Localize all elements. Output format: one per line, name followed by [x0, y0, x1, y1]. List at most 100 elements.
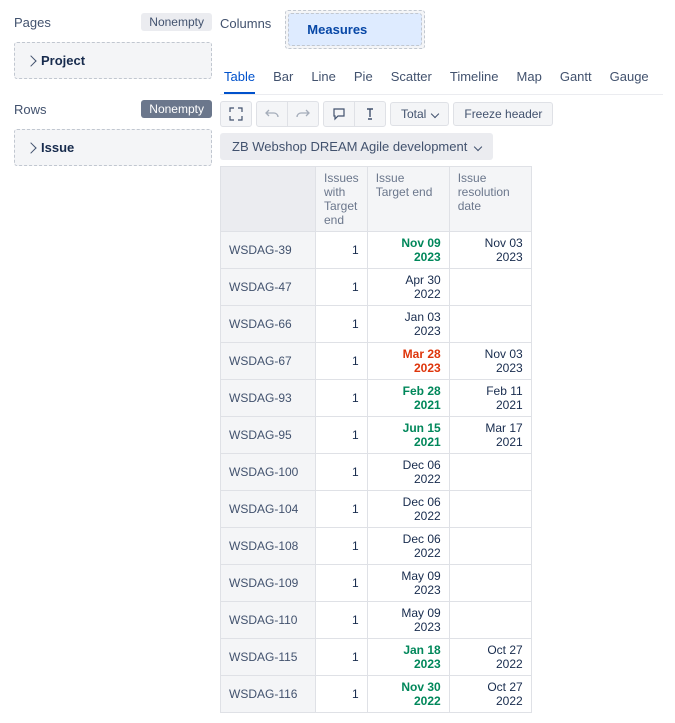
table-row[interactable]: WSDAG-1101May 09 2023 — [221, 602, 532, 639]
rows-section-title: Rows — [14, 102, 47, 117]
row-id[interactable]: WSDAG-93 — [221, 380, 316, 417]
tab-timeline[interactable]: Timeline — [450, 63, 499, 94]
comment-button[interactable] — [324, 102, 354, 126]
redo-button[interactable] — [287, 102, 318, 126]
row-id[interactable]: WSDAG-110 — [221, 602, 316, 639]
cell-target: Jun 15 2021 — [367, 417, 449, 454]
cell-count: 1 — [316, 269, 368, 306]
cell-count: 1 — [316, 454, 368, 491]
expand-button[interactable] — [221, 102, 251, 126]
format-icon — [363, 107, 377, 121]
chevron-right-icon — [25, 142, 36, 153]
row-id[interactable]: WSDAG-47 — [221, 269, 316, 306]
cell-target: Apr 30 2022 — [367, 269, 449, 306]
tab-gantt[interactable]: Gantt — [560, 63, 592, 94]
cell-resolution — [449, 306, 531, 343]
cell-target: May 09 2023 — [367, 565, 449, 602]
total-label: Total — [401, 107, 426, 121]
tab-gauge[interactable]: Gauge — [610, 63, 649, 94]
row-id[interactable]: WSDAG-66 — [221, 306, 316, 343]
format-button[interactable] — [354, 102, 385, 126]
tab-pie[interactable]: Pie — [354, 63, 373, 94]
pages-item-label: Project — [41, 53, 85, 68]
cell-target: Feb 28 2021 — [367, 380, 449, 417]
chevron-right-icon — [25, 55, 36, 66]
table-row[interactable]: WSDAG-1041Dec 06 2022 — [221, 491, 532, 528]
total-dropdown[interactable]: Total — [390, 102, 449, 126]
row-id[interactable]: WSDAG-108 — [221, 528, 316, 565]
columns-measures-pill[interactable]: Measures — [288, 13, 422, 46]
chevron-down-icon — [474, 142, 482, 150]
tab-table[interactable]: Table — [224, 63, 255, 94]
tab-line[interactable]: Line — [311, 63, 336, 94]
chevron-down-icon — [431, 110, 439, 118]
data-table: Issues with Target end Issue Target end … — [220, 166, 532, 713]
col-header[interactable]: Issue Target end — [367, 167, 449, 232]
table-row[interactable]: WSDAG-1091May 09 2023 — [221, 565, 532, 602]
cell-resolution — [449, 528, 531, 565]
columns-section-title: Columns — [220, 10, 271, 31]
rows-dropzone[interactable]: Issue — [14, 129, 212, 166]
rows-item-issue[interactable]: Issue — [15, 130, 211, 165]
row-id[interactable]: WSDAG-95 — [221, 417, 316, 454]
row-id[interactable]: WSDAG-115 — [221, 639, 316, 676]
col-header[interactable]: Issues with Target end — [316, 167, 368, 232]
columns-dropzone[interactable]: Measures — [285, 10, 425, 49]
col-header[interactable]: Issue resolution date — [449, 167, 531, 232]
cell-count: 1 — [316, 380, 368, 417]
row-id[interactable]: WSDAG-67 — [221, 343, 316, 380]
cell-target: Nov 30 2022 — [367, 676, 449, 713]
undo-button[interactable] — [257, 102, 287, 126]
cell-resolution — [449, 269, 531, 306]
table-row[interactable]: WSDAG-1151Jan 18 2023Oct 27 2022 — [221, 639, 532, 676]
row-id[interactable]: WSDAG-39 — [221, 232, 316, 269]
table-row[interactable]: WSDAG-1001Dec 06 2022 — [221, 454, 532, 491]
tab-bar[interactable]: Bar — [273, 63, 293, 94]
row-id[interactable]: WSDAG-104 — [221, 491, 316, 528]
cell-target: May 09 2023 — [367, 602, 449, 639]
context-selector[interactable]: ZB Webshop DREAM Agile development — [220, 133, 493, 160]
cell-count: 1 — [316, 417, 368, 454]
cell-count: 1 — [316, 528, 368, 565]
freeze-header-label: Freeze header — [464, 107, 542, 121]
expand-icon — [229, 107, 243, 121]
cell-target: Jan 03 2023 — [367, 306, 449, 343]
pages-dropzone[interactable]: Project — [14, 42, 212, 79]
pages-section-title: Pages — [14, 15, 51, 30]
table-row[interactable]: WSDAG-1081Dec 06 2022 — [221, 528, 532, 565]
pages-item-project[interactable]: Project — [15, 43, 211, 78]
cell-target: Dec 06 2022 — [367, 454, 449, 491]
tab-scatter[interactable]: Scatter — [391, 63, 432, 94]
cell-resolution: Nov 03 2023 — [449, 343, 531, 380]
context-label: ZB Webshop DREAM Agile development — [232, 139, 467, 154]
freeze-header-button[interactable]: Freeze header — [453, 102, 553, 126]
cell-resolution — [449, 491, 531, 528]
table-row[interactable]: WSDAG-671Mar 28 2023Nov 03 2023 — [221, 343, 532, 380]
cell-resolution: Oct 27 2022 — [449, 676, 531, 713]
table-row[interactable]: WSDAG-391Nov 09 2023Nov 03 2023 — [221, 232, 532, 269]
table-row[interactable]: WSDAG-931Feb 28 2021Feb 11 2021 — [221, 380, 532, 417]
cell-resolution: Oct 27 2022 — [449, 639, 531, 676]
rows-nonempty-badge[interactable]: Nonempty — [141, 100, 212, 118]
cell-target: Nov 09 2023 — [367, 232, 449, 269]
cell-resolution: Nov 03 2023 — [449, 232, 531, 269]
cell-resolution — [449, 454, 531, 491]
cell-count: 1 — [316, 639, 368, 676]
row-id[interactable]: WSDAG-100 — [221, 454, 316, 491]
undo-icon — [265, 107, 279, 121]
table-row[interactable]: WSDAG-951Jun 15 2021Mar 17 2021 — [221, 417, 532, 454]
cell-count: 1 — [316, 676, 368, 713]
cell-target: Dec 06 2022 — [367, 528, 449, 565]
row-id[interactable]: WSDAG-109 — [221, 565, 316, 602]
table-row[interactable]: WSDAG-661Jan 03 2023 — [221, 306, 532, 343]
table-row[interactable]: WSDAG-471Apr 30 2022 — [221, 269, 532, 306]
tab-map[interactable]: Map — [517, 63, 542, 94]
pages-nonempty-badge[interactable]: Nonempty — [141, 13, 212, 31]
cell-count: 1 — [316, 491, 368, 528]
cell-resolution: Feb 11 2021 — [449, 380, 531, 417]
cell-target: Dec 06 2022 — [367, 491, 449, 528]
row-id[interactable]: WSDAG-116 — [221, 676, 316, 713]
redo-icon — [296, 107, 310, 121]
cell-resolution — [449, 565, 531, 602]
table-row[interactable]: WSDAG-1161Nov 30 2022Oct 27 2022 — [221, 676, 532, 713]
